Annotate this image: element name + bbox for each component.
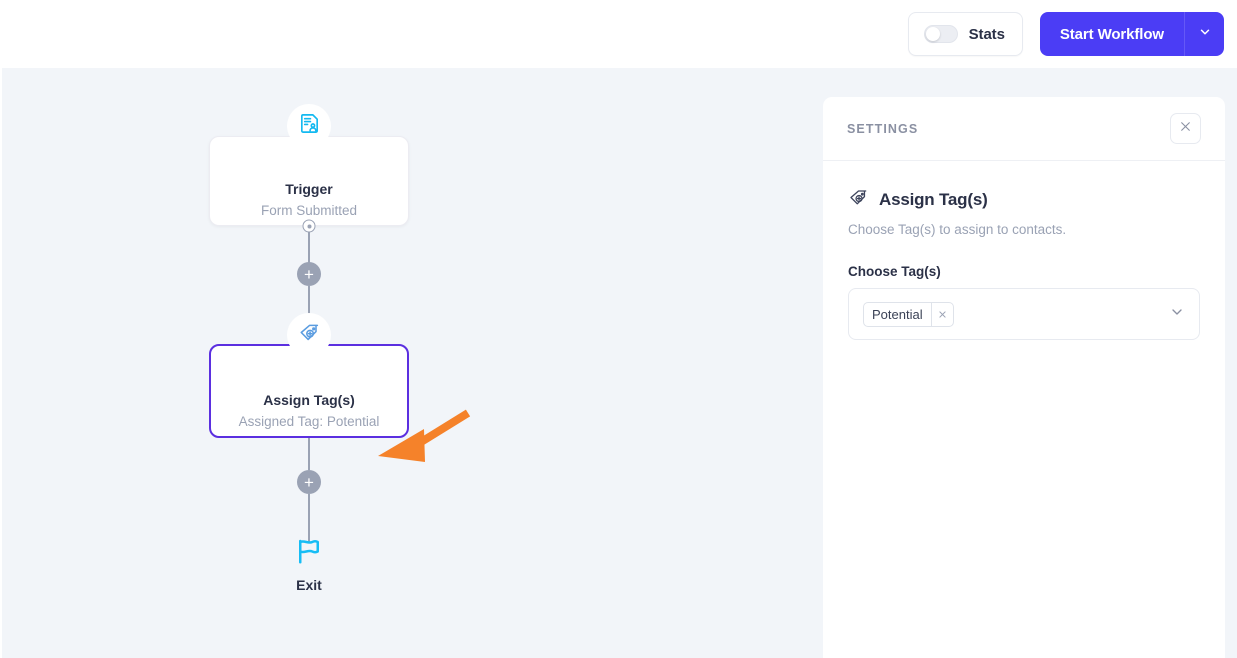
chevron-down-icon[interactable] [1169,304,1185,325]
workflow-node-trigger[interactable]: Trigger Form Submitted [209,104,409,226]
workflow-builder-app: Stats Start Workflow Trigger Form Submit… [0,0,1237,658]
flag-icon [294,539,324,570]
add-step-button-2[interactable]: + [297,470,321,494]
settings-panel-title: Assign Tag(s) [879,190,988,209]
tag-chip-remove-icon[interactable] [930,302,953,326]
choose-tags-select[interactable]: Potential [848,288,1200,340]
trigger-node-icon-badge [287,104,331,148]
trigger-node-output-port[interactable] [302,219,316,233]
start-workflow-group: Start Workflow [1039,12,1224,56]
settings-panel-header: SETTINGS [823,97,1225,161]
add-step-button-1[interactable]: + [297,262,321,286]
connector-assigntag-to-add [308,438,310,470]
close-icon [1179,120,1192,138]
top-toolbar: Stats Start Workflow [0,0,1237,68]
tag-chip-potential[interactable]: Potential [863,301,954,327]
settings-panel-description: Choose Tag(s) to assign to contacts. [848,222,1067,237]
settings-panel-header-title: SETTINGS [847,121,919,136]
start-workflow-dropdown-button[interactable] [1184,12,1224,56]
stats-toggle-track[interactable] [923,25,958,43]
connector-add-to-exit [308,494,310,542]
chevron-down-icon [1198,25,1212,44]
settings-panel: SETTINGS Assign Tag(s) Choose Tag(s) to … [823,97,1225,658]
stats-toggle-label: Stats [968,25,1005,43]
assign-tags-node-title: Assign Tag(s) [263,392,355,408]
settings-panel-body: Assign Tag(s) Choose Tag(s) to assign to… [823,161,1225,340]
tag-plus-icon [298,321,321,349]
start-workflow-button[interactable]: Start Workflow [1039,12,1184,56]
assign-tags-node-subtitle: Assigned Tag: Potential [238,414,380,429]
form-person-icon [298,112,321,140]
exit-node-label: Exit [296,577,322,593]
assign-tags-node-icon-badge [287,313,331,357]
workflow-node-assign-tags[interactable]: Assign Tag(s) Assigned Tag: Potential [209,313,409,438]
trigger-node-subtitle: Form Submitted [260,203,358,218]
workflow-node-exit[interactable]: Exit [294,536,324,593]
choose-tags-label: Choose Tag(s) [848,264,941,279]
stats-toggle-knob[interactable] [925,27,940,41]
tag-chip-label: Potential [872,306,923,322]
settings-panel-close-button[interactable] [1170,113,1201,144]
tag-plus-icon [848,187,869,213]
settings-title-row: Assign Tag(s) [848,187,1200,213]
trigger-node-title: Trigger [285,181,333,197]
stats-toggle[interactable]: Stats [907,12,1023,56]
